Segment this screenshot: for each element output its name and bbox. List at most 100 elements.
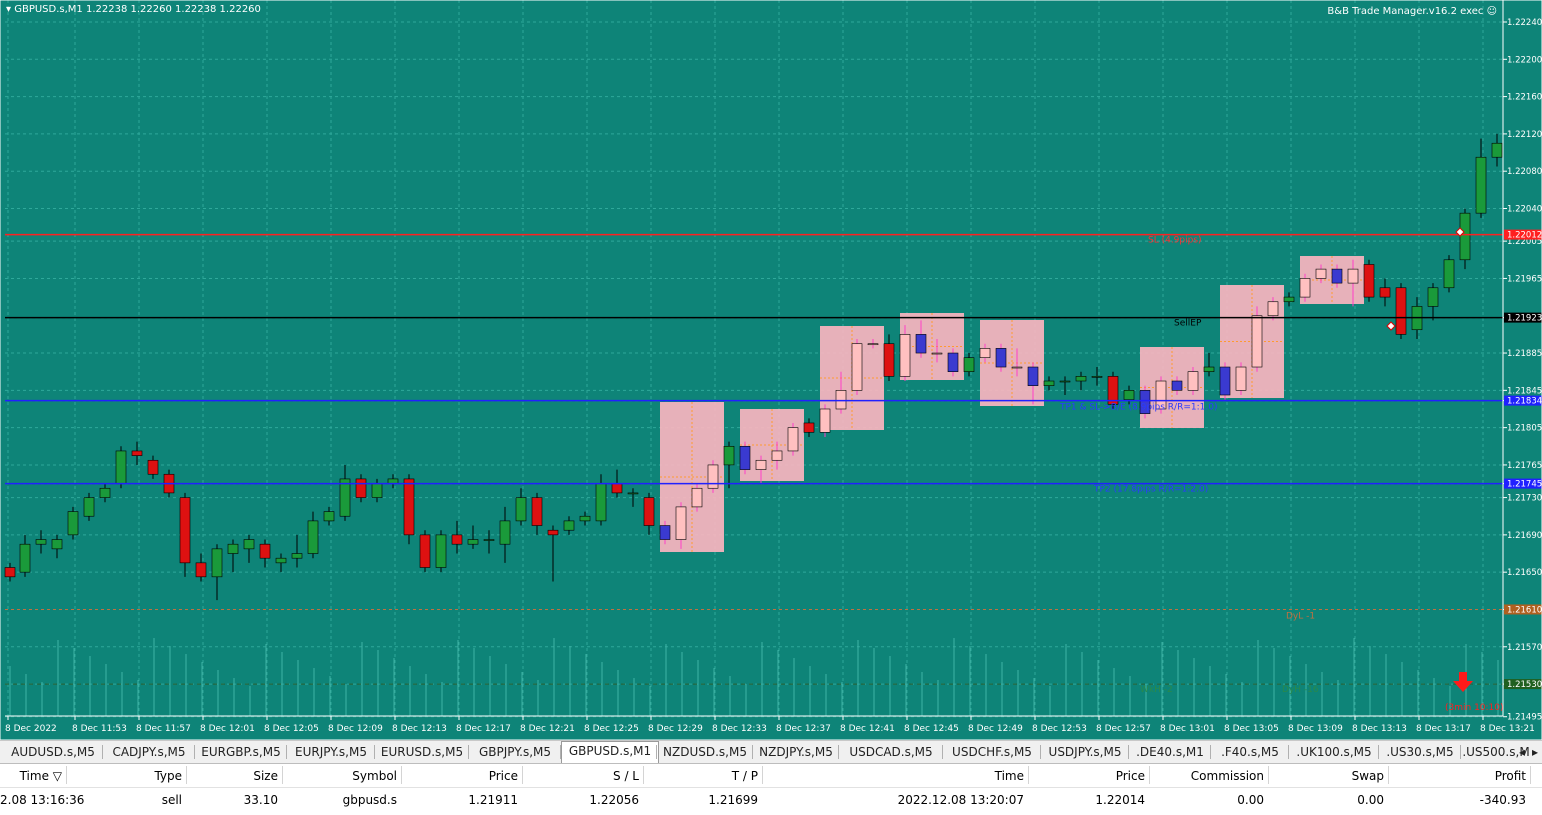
table-cell[interactable]: 1.22056 xyxy=(589,793,639,807)
table-cell[interactable]: 1.22014 xyxy=(1095,793,1145,807)
table-header[interactable]: Time ▽ xyxy=(20,769,62,783)
table-cell[interactable]: 0.00 xyxy=(1357,793,1384,807)
table-header[interactable]: Size xyxy=(253,769,278,783)
table-cell[interactable]: 1.21911 xyxy=(468,793,518,807)
candle xyxy=(1347,268,1359,284)
candle xyxy=(1187,371,1199,391)
table-cell[interactable]: 0.00 xyxy=(1237,793,1264,807)
column-separator xyxy=(1149,766,1150,784)
chart-tab[interactable]: GBPJPY.s,M5 xyxy=(469,743,561,761)
price-chart[interactable]: SL (4.9pips) SellEP TP1 & SL->B/E (8.9pips… xyxy=(0,0,1542,740)
candle xyxy=(851,343,863,391)
table-header[interactable]: Swap xyxy=(1352,769,1384,783)
candle xyxy=(1299,278,1311,298)
table-header[interactable]: Profit xyxy=(1495,769,1526,783)
candle xyxy=(611,483,623,494)
candle xyxy=(259,543,271,559)
candle xyxy=(531,497,543,526)
tp2-label: TP2 (17.8pips R/R=1:2.0) xyxy=(1093,485,1208,495)
candle xyxy=(835,390,847,410)
candle xyxy=(1203,366,1215,372)
candle xyxy=(547,529,559,536)
tab-scroll-left-icon[interactable]: ◂ xyxy=(1516,743,1528,761)
smiley-icon[interactable]: ☺ xyxy=(1487,6,1497,17)
candle xyxy=(1459,212,1471,261)
chart-tab[interactable]: EURUSD.s,M5 xyxy=(375,743,469,761)
candle xyxy=(1475,156,1487,214)
candle xyxy=(867,343,879,346)
table-cell[interactable]: sell xyxy=(162,793,182,807)
column-separator xyxy=(522,766,523,784)
table-header[interactable]: Price xyxy=(489,769,518,783)
chart-tab[interactable]: AUDUSD.s,M5 xyxy=(3,743,103,761)
table-header[interactable]: Symbol xyxy=(352,769,397,783)
table-cell[interactable]: 2.08 13:16:36 xyxy=(0,793,84,807)
candle xyxy=(1123,390,1135,400)
chart-tab[interactable]: .F40.s,M5 xyxy=(1211,743,1289,761)
table-cell[interactable]: 1.21699 xyxy=(708,793,758,807)
header-divider xyxy=(0,787,1542,788)
candle xyxy=(1443,259,1455,289)
candle xyxy=(1171,380,1183,391)
price-tick-label: 1.21570 xyxy=(1507,643,1542,653)
down-arrow-icon xyxy=(1453,672,1473,692)
chart-tab[interactable]: EURJPY.s,M5 xyxy=(287,743,375,761)
column-separator xyxy=(282,766,283,784)
chart-canvas[interactable]: SL (4.9pips) SellEP TP1 & SL->B/E (8.9pips… xyxy=(0,0,1542,740)
chart-tab[interactable]: NZDUSD.s,M5 xyxy=(657,743,753,761)
chart-tab[interactable]: USDCAD.s,M5 xyxy=(839,743,943,761)
table-cell[interactable]: 2022.12.08 13:20:07 xyxy=(898,793,1024,807)
price-tick-label: 1.21765 xyxy=(1507,461,1542,471)
candle xyxy=(307,520,319,554)
time-tick-label: 8 Dec 12:53 xyxy=(1032,724,1087,734)
chart-tab[interactable]: NZDJPY.s,M5 xyxy=(753,743,839,761)
time-tick-label: 8 Dec 12:21 xyxy=(520,724,575,734)
time-tick-label: 8 Dec 13:09 xyxy=(1288,724,1343,734)
chart-tab[interactable]: EURGBP.s,M5 xyxy=(195,743,287,761)
chart-tab[interactable]: .DE40.s,M1 xyxy=(1129,743,1211,761)
candle xyxy=(1427,287,1439,307)
price-tick-label: 1.21690 xyxy=(1507,531,1542,541)
table-cell[interactable]: -340.93 xyxy=(1480,793,1526,807)
chart-tab[interactable]: .UK100.s,M5 xyxy=(1289,743,1379,761)
candle xyxy=(83,497,95,517)
table-header[interactable]: Type xyxy=(154,769,182,783)
sl-label: SL (4.9pips) xyxy=(1148,236,1202,246)
candle xyxy=(339,478,351,517)
table-header[interactable]: S / L xyxy=(613,769,639,783)
time-tick-label: 8 Dec 12:57 xyxy=(1096,724,1151,734)
candle xyxy=(371,483,383,498)
table-header[interactable]: Price xyxy=(1116,769,1145,783)
tab-scroll-right-icon[interactable]: ▸ xyxy=(1529,743,1541,761)
chart-tab[interactable]: .US30.s,M5 xyxy=(1379,743,1461,761)
table-header[interactable]: Time xyxy=(995,769,1024,783)
candle xyxy=(147,459,159,475)
candle xyxy=(483,539,495,541)
candle xyxy=(883,343,895,377)
candle xyxy=(227,543,239,554)
column-separator xyxy=(1530,766,1531,784)
candle xyxy=(1331,268,1343,284)
price-tick-label: 1.21495 xyxy=(1507,713,1542,723)
chart-tab[interactable]: USDJPY.s,M5 xyxy=(1041,743,1129,761)
time-tick-label: 8 Dec 2022 xyxy=(5,724,57,734)
candle xyxy=(1283,296,1295,303)
candle xyxy=(979,348,991,358)
chart-tab[interactable]: USDCHF.s,M5 xyxy=(943,743,1041,761)
tp1-label: TP1 & SL->B/E (8.9pips R/R=1:1.0) xyxy=(1059,403,1217,413)
candle xyxy=(579,515,591,522)
time-tick-label: 8 Dec 12:25 xyxy=(584,724,639,734)
table-header[interactable]: T / P xyxy=(732,769,758,783)
chart-tab[interactable]: CADJPY.s,M5 xyxy=(103,743,195,761)
candle xyxy=(675,506,687,540)
chart-tab[interactable]: GBPUSD.s,M1 xyxy=(561,741,659,763)
dropdown-triangle-icon[interactable]: ▾ xyxy=(6,4,11,15)
table-cell[interactable]: gbpusd.s xyxy=(343,793,397,807)
table-cell[interactable]: 33.10 xyxy=(244,793,278,807)
candle xyxy=(1395,287,1407,335)
candle xyxy=(899,334,911,377)
candle xyxy=(659,525,671,540)
table-header[interactable]: Commission xyxy=(1191,769,1264,783)
dyh-label: DyH -16 xyxy=(1282,685,1319,695)
chart-header: ▾ GBPUSD.s,M1 1.22238 1.22260 1.22238 1.… xyxy=(6,4,261,15)
